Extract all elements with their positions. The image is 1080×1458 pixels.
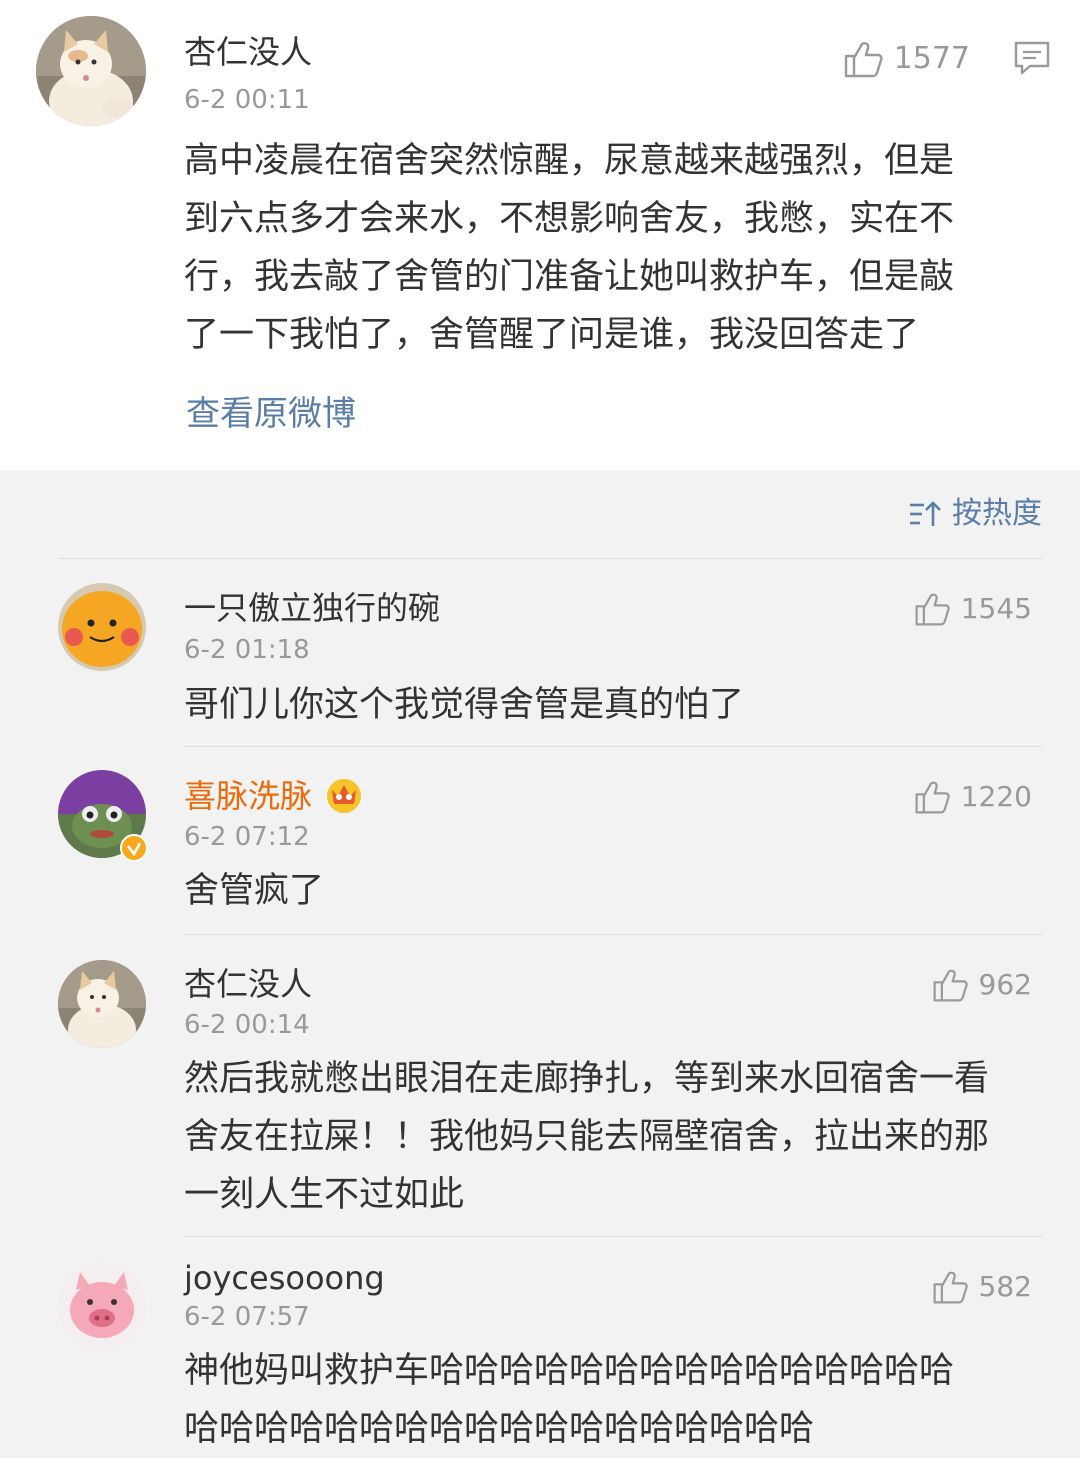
verified-icon — [120, 834, 148, 862]
post-like-count: 1577 — [893, 41, 970, 76]
comment-like-button[interactable]: 962 — [931, 966, 1032, 1004]
crown-vip-icon — [327, 779, 361, 813]
post-content-line: 高中凌晨在宿舍突然惊醒，尿意越来越强烈，但是 — [184, 141, 955, 181]
divider — [58, 558, 1042, 559]
comment-username[interactable]: 一只傲立独行的碗 — [184, 588, 440, 628]
comment-time: 6-2 00:14 — [184, 1010, 310, 1040]
divider — [184, 934, 1042, 935]
comment-content: 然后我就憋出眼泪在走廊挣扎，等到来水回宿舍一看 舍友在拉屎！！我他妈只能去隔壁宿… — [184, 1050, 1044, 1224]
view-original-link[interactable]: 查看原微博 — [186, 390, 356, 438]
post-content-line: 了一下我怕了，舍管醒了问是谁，我没回答走了 — [184, 315, 920, 355]
comment-username[interactable]: 杏仁没人 — [184, 964, 312, 1004]
comment-username[interactable]: 喜脉洗脉 — [184, 776, 312, 816]
comment-content: 神他妈叫救护车哈哈哈哈哈哈哈哈哈哈哈哈哈哈哈 哈哈哈哈哈哈哈哈哈哈哈哈哈哈哈哈哈… — [184, 1342, 1044, 1458]
comment-line: 哥们儿你这个我觉得舍管是真的怕了 — [184, 685, 745, 725]
comment-like-count: 1220 — [960, 780, 1032, 813]
comment-like-button[interactable]: 1220 — [913, 778, 1032, 816]
avatar[interactable] — [58, 583, 146, 671]
comment-line: 一刻人生不过如此 — [184, 1175, 465, 1215]
divider — [184, 1236, 1042, 1237]
thumbs-up-icon — [933, 1271, 968, 1304]
main-post: 杏仁没人 6-2 00:11 1577 高中凌晨在宿舍突然惊醒，尿意越来越强烈，… — [0, 0, 1080, 470]
comment-line: 舍友在拉屎！！我他妈只能去隔壁宿舍，拉出来的那 — [184, 1117, 990, 1157]
post-content-line: 行，我去敲了舍管的门准备让她叫救护车，但是敲 — [184, 257, 955, 297]
avatar[interactable] — [36, 16, 146, 126]
comment-content: 舍管疯了 — [184, 862, 1044, 920]
post-time: 6-2 00:11 — [184, 85, 310, 115]
divider — [184, 746, 1042, 747]
sort-toggle[interactable]: 按热度 — [908, 494, 1042, 534]
sort-label: 按热度 — [952, 496, 1042, 531]
post-content: 高中凌晨在宿舍突然惊醒，尿意越来越强烈，但是 到六点多才会来水，不想影响舍友，我… — [184, 132, 1064, 364]
comment-like-count: 962 — [978, 968, 1032, 1001]
comment-like-count: 582 — [978, 1270, 1032, 1303]
thumbs-up-icon — [915, 593, 950, 626]
comment-icon[interactable] — [1012, 38, 1052, 82]
comment-like-button[interactable]: 582 — [931, 1268, 1032, 1306]
post-like-button[interactable]: 1577 — [842, 38, 970, 80]
comment-line: 神他妈叫救护车哈哈哈哈哈哈哈哈哈哈哈哈哈哈哈 — [184, 1351, 955, 1391]
post-content-line: 到六点多才会来水，不想影响舍友，我憋，实在不 — [184, 199, 955, 239]
comment-line: 舍管疯了 — [184, 871, 325, 911]
thumbs-up-icon — [915, 781, 950, 814]
comment-content: 哥们儿你这个我觉得舍管是真的怕了 — [184, 676, 1044, 734]
comment-time: 6-2 01:18 — [184, 635, 310, 665]
comment-time: 6-2 07:12 — [184, 822, 310, 852]
comment-like-count: 1545 — [960, 592, 1032, 625]
comment-line: 哈哈哈哈哈哈哈哈哈哈哈哈哈哈哈哈哈哈 — [184, 1409, 815, 1449]
comment-line: 然后我就憋出眼泪在走廊挣扎，等到来水回宿舍一看 — [184, 1059, 990, 1099]
comment-username[interactable]: joycesooong — [184, 1258, 385, 1298]
avatar[interactable] — [58, 960, 146, 1048]
thumbs-up-icon — [933, 969, 968, 1002]
comment-time: 6-2 07:57 — [184, 1302, 310, 1332]
avatar[interactable] — [58, 1262, 146, 1350]
thumbs-up-icon — [844, 42, 883, 78]
post-username[interactable]: 杏仁没人 — [184, 32, 312, 72]
sort-icon — [910, 501, 941, 526]
comment-like-button[interactable]: 1545 — [913, 590, 1032, 628]
